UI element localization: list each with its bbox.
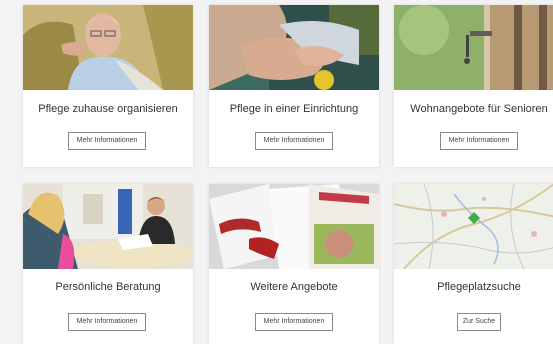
- card-title: Pflege in einer Einrichtung: [229, 103, 359, 115]
- card-persoenliche-beratung[interactable]: Persönliche Beratung Mehr Informationen: [23, 184, 193, 344]
- mehr-informationen-button[interactable]: Mehr Informationen: [68, 132, 146, 150]
- card-pflege-zuhause[interactable]: Pflege zuhause organisieren Mehr Informa…: [23, 5, 193, 167]
- mehr-informationen-button[interactable]: Mehr Informationen: [255, 313, 333, 331]
- card-wohnangebote[interactable]: Wohnangebote für Senioren Mehr Informati…: [394, 5, 553, 167]
- card-pflege-einrichtung[interactable]: Pflege in einer Einrichtung Mehr Informa…: [209, 5, 379, 167]
- card-title: Pflege zuhause organisieren: [38, 103, 178, 115]
- holding-hands-photo: [209, 5, 379, 90]
- mehr-informationen-button[interactable]: Mehr Informationen: [68, 313, 146, 331]
- map-photo: [394, 184, 553, 269]
- door-key-photo: [394, 5, 553, 90]
- card-image-consultation[interactable]: [23, 184, 193, 269]
- card-image-elderly-man[interactable]: [23, 5, 193, 90]
- card-title: Persönliche Beratung: [55, 281, 161, 293]
- mehr-informationen-button[interactable]: Mehr Informationen: [255, 132, 333, 150]
- card-title: Wohnangebote für Senioren: [410, 103, 548, 115]
- card-title: Pflegeplatzsuche: [437, 281, 521, 293]
- card-image-map[interactable]: [394, 184, 553, 269]
- card-weitere-angebote[interactable]: Weitere Angebote Mehr Informationen: [209, 184, 379, 344]
- card-pflegeplatzsuche[interactable]: Pflegeplatzsuche Zur Suche: [394, 184, 553, 344]
- card-title: Weitere Angebote: [250, 281, 338, 293]
- elderly-man-photo: [23, 5, 193, 90]
- card-image-holding-hands[interactable]: [209, 5, 379, 90]
- consultation-photo: [23, 184, 193, 269]
- brochures-photo: [209, 184, 379, 269]
- mehr-informationen-button[interactable]: Mehr Informationen: [440, 132, 518, 150]
- card-image-door-key[interactable]: [394, 5, 553, 90]
- card-image-brochures[interactable]: [209, 184, 379, 269]
- zur-suche-button[interactable]: Zur Suche: [457, 313, 501, 331]
